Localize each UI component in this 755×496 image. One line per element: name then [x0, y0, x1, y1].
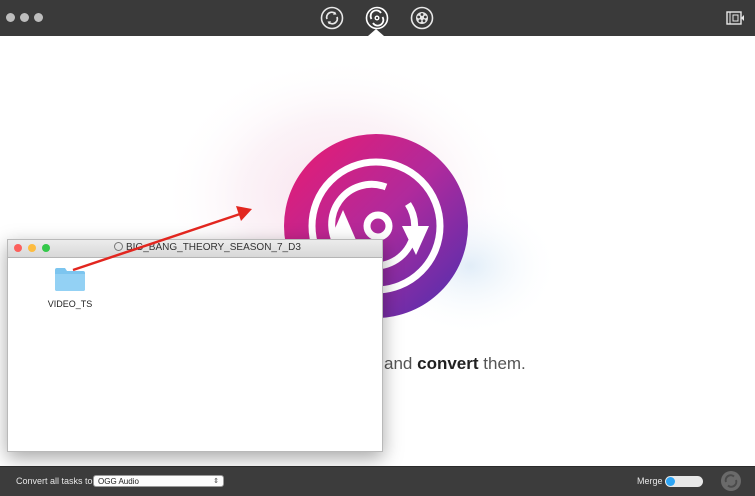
- convert-icon[interactable]: [320, 6, 344, 30]
- folder-label[interactable]: VIDEO_TS: [38, 299, 102, 309]
- folder-icon[interactable]: [54, 266, 86, 292]
- merge-toggle-knob: [666, 477, 675, 486]
- convert-film-icon[interactable]: [410, 6, 434, 30]
- bottom-bar: Convert all tasks to OGG Audio ⇕ Merge: [0, 466, 755, 496]
- finder-minimize-button[interactable]: [28, 244, 36, 252]
- app-toolbar: [0, 0, 755, 36]
- window-close-button[interactable]: [6, 13, 15, 22]
- window-minimize-button[interactable]: [20, 13, 29, 22]
- convert-all-label: Convert all tasks to: [16, 476, 93, 486]
- finder-close-button[interactable]: [14, 244, 22, 252]
- merge-label: Merge: [637, 476, 663, 486]
- merge-toggle[interactable]: [665, 476, 703, 487]
- chevron-updown-icon: ⇕: [213, 478, 219, 485]
- convert-button[interactable]: [720, 470, 742, 492]
- finder-zoom-button[interactable]: [42, 244, 50, 252]
- disc-icon: [114, 242, 123, 251]
- finder-titlebar[interactable]: BIG_BANG_THEORY_SEASON_7_D3: [8, 240, 382, 258]
- drop-hint-text: and convert them.: [384, 354, 526, 373]
- finder-window[interactable]: BIG_BANG_THEORY_SEASON_7_D3 VIDEO_TS: [7, 239, 383, 452]
- finder-title: BIG_BANG_THEORY_SEASON_7_D3: [114, 242, 301, 253]
- output-format-select[interactable]: OGG Audio ⇕: [93, 475, 224, 487]
- convert-disc-icon[interactable]: [365, 6, 389, 30]
- window-zoom-button[interactable]: [34, 13, 43, 22]
- active-tab-indicator: [368, 29, 384, 36]
- film-settings-icon[interactable]: [725, 8, 745, 28]
